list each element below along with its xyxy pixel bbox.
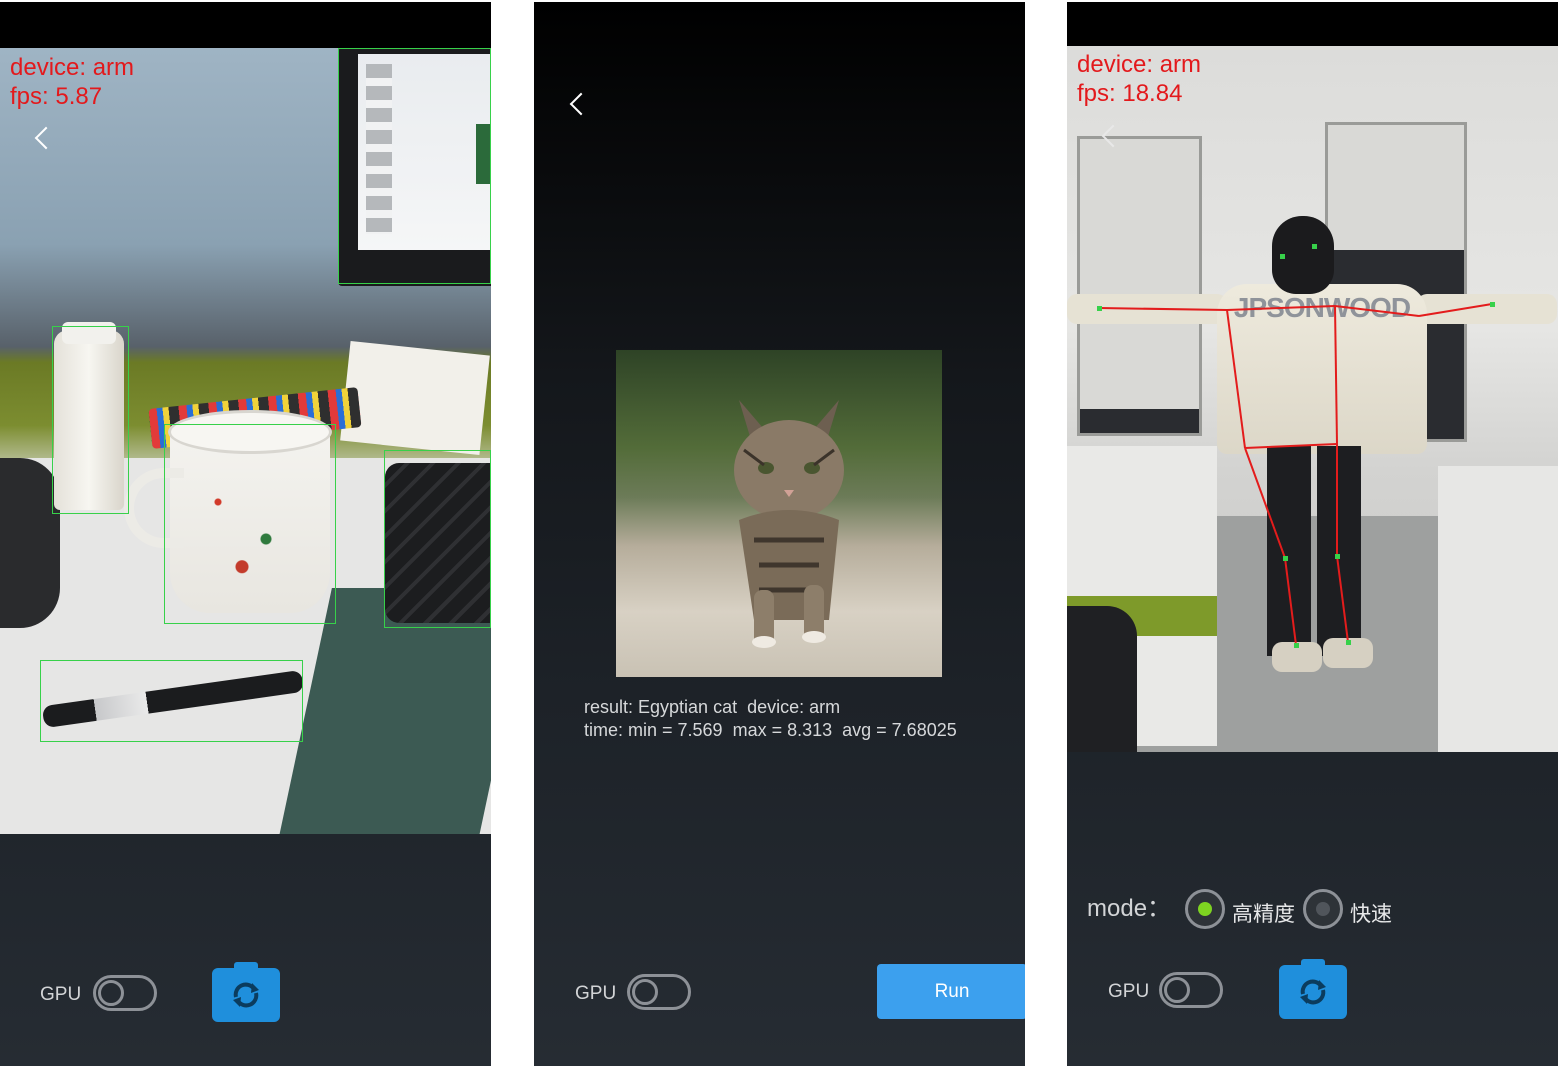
status-bar xyxy=(0,2,491,48)
timing-text: time: min = 7.569 max = 8.313 avg = 7.68… xyxy=(584,720,957,740)
run-button[interactable]: Run xyxy=(877,964,1025,1019)
gpu-toggle[interactable] xyxy=(627,974,691,1010)
pose-screen: JPSONWOOD device: arm fps: 18.84 mode： 高… xyxy=(1067,2,1558,1066)
radio-label-high-precision: 高精度 xyxy=(1232,903,1295,926)
paper-object xyxy=(340,340,490,456)
detection-box-cup xyxy=(164,424,336,624)
camera-preview: JPSONWOOD xyxy=(1067,46,1558,752)
radio-label-fast: 快速 xyxy=(1350,903,1392,926)
toggle-knob xyxy=(98,980,124,1006)
gpu-label: GPU xyxy=(575,983,617,1004)
fps-text: fps: 18.84 xyxy=(1077,80,1183,107)
detection-screen: device: arm fps: 5.87 GPU xyxy=(0,2,491,1066)
status-bar xyxy=(1067,2,1558,48)
detection-box-pen xyxy=(40,660,303,742)
result-text: result: Egyptian cat device: arm xyxy=(584,697,841,717)
detection-box-monitor xyxy=(338,48,491,284)
device-text: device: arm xyxy=(10,54,135,81)
radio-dot-selected xyxy=(1198,902,1212,916)
fps-text: fps: 5.87 xyxy=(10,83,103,110)
detection-box-keyboard xyxy=(384,450,491,628)
camera-preview xyxy=(0,48,491,834)
cat-image xyxy=(616,350,942,677)
radio-fast[interactable] xyxy=(1303,889,1343,929)
gpu-toggle[interactable] xyxy=(93,975,157,1011)
bag-object xyxy=(0,458,60,628)
switch-camera-button[interactable] xyxy=(1279,959,1347,1019)
radio-dot-unselected xyxy=(1316,902,1330,916)
classification-screen: result: Egyptian cat device: arm time: m… xyxy=(534,2,1025,1066)
toggle-knob xyxy=(632,979,658,1005)
switch-camera-button[interactable] xyxy=(212,962,280,1022)
mode-label: mode： xyxy=(1087,895,1172,922)
device-text: device: arm xyxy=(1077,51,1202,78)
camera-switch-icon xyxy=(233,982,259,1008)
gpu-label: GPU xyxy=(40,984,82,1005)
back-chevron-left-icon[interactable] xyxy=(569,92,593,116)
radio-high-precision[interactable] xyxy=(1185,889,1225,929)
cat-figure xyxy=(734,400,844,648)
gpu-toggle[interactable] xyxy=(1159,972,1223,1008)
toggle-knob xyxy=(1164,977,1190,1003)
detection-box-bottle xyxy=(52,326,129,514)
camera-switch-icon xyxy=(1300,979,1326,1005)
gpu-label: GPU xyxy=(1108,981,1150,1002)
pose-skeleton xyxy=(1097,244,1495,648)
